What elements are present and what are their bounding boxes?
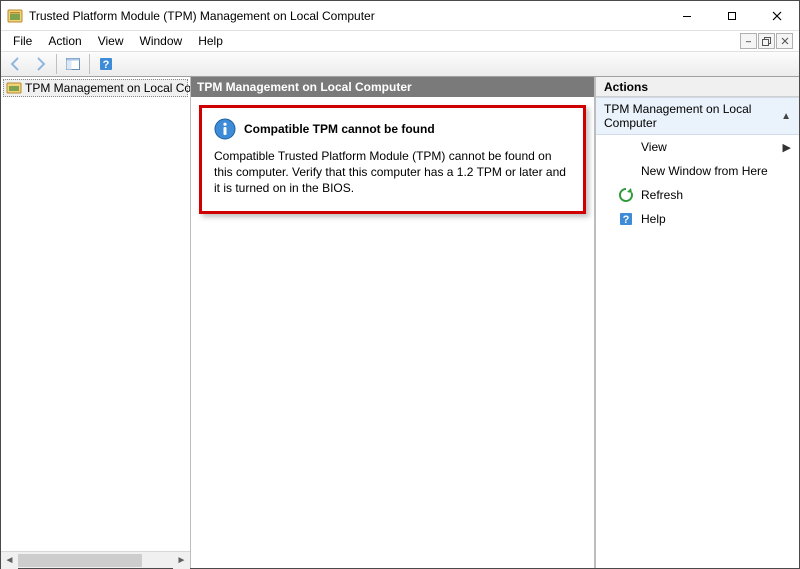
horizontal-scrollbar[interactable]: ◄ ► xyxy=(1,551,190,568)
minimize-button[interactable] xyxy=(664,1,709,30)
action-label: New Window from Here xyxy=(641,164,768,178)
menu-window[interactable]: Window xyxy=(132,32,191,50)
scroll-thumb[interactable] xyxy=(18,554,142,567)
tpm-not-found-alert: Compatible TPM cannot be found Compatibl… xyxy=(199,105,586,214)
content-body: Compatible TPM cannot be found Compatibl… xyxy=(191,97,594,568)
menu-help[interactable]: Help xyxy=(190,32,231,50)
blank-icon xyxy=(618,139,634,155)
menubar: File Action View Window Help – xyxy=(1,31,799,51)
close-button[interactable] xyxy=(754,1,799,30)
actions-header: Actions xyxy=(596,77,799,97)
toolbar-separator xyxy=(89,54,90,74)
tree[interactable]: TPM Management on Local Comp xyxy=(1,77,190,551)
toolbar: ? xyxy=(1,51,799,77)
help-icon: ? xyxy=(618,211,634,227)
actions-group-header[interactable]: TPM Management on Local Computer ▲ xyxy=(596,97,799,135)
blank-icon xyxy=(618,163,634,179)
action-label: Refresh xyxy=(641,188,683,202)
action-label: View xyxy=(641,140,667,154)
titlebar: Trusted Platform Module (TPM) Management… xyxy=(1,1,799,31)
svg-text:?: ? xyxy=(103,59,110,71)
tpm-icon xyxy=(6,80,22,96)
scroll-left-button[interactable]: ◄ xyxy=(1,552,18,569)
actions-pane: Actions TPM Management on Local Computer… xyxy=(595,77,799,568)
action-new-window[interactable]: New Window from Here xyxy=(596,159,799,183)
collapse-icon: ▲ xyxy=(781,111,791,122)
tree-pane: TPM Management on Local Comp ◄ ► xyxy=(1,77,191,568)
help-button[interactable]: ? xyxy=(95,53,117,75)
mdi-controls: – xyxy=(740,33,795,49)
scroll-right-button[interactable]: ► xyxy=(173,552,190,569)
maximize-button[interactable] xyxy=(709,1,754,30)
action-label: Help xyxy=(641,212,666,226)
content-header: TPM Management on Local Computer xyxy=(191,77,594,97)
chevron-right-icon: ▶ xyxy=(783,141,791,154)
action-refresh[interactable]: Refresh xyxy=(596,183,799,207)
menu-file[interactable]: File xyxy=(5,32,40,50)
main-area: TPM Management on Local Comp ◄ ► TPM Man… xyxy=(1,77,799,568)
action-view[interactable]: View ▶ xyxy=(596,135,799,159)
toolbar-separator xyxy=(56,54,57,74)
action-help[interactable]: ? Help xyxy=(596,207,799,231)
menu-action[interactable]: Action xyxy=(40,32,89,50)
alert-header: Compatible TPM cannot be found xyxy=(214,118,571,140)
tree-item-tpm-root[interactable]: TPM Management on Local Comp xyxy=(3,79,188,97)
app-icon xyxy=(7,8,23,24)
window-controls xyxy=(664,1,799,30)
back-button[interactable] xyxy=(5,53,27,75)
scroll-track[interactable] xyxy=(18,552,173,568)
mdi-restore-button[interactable] xyxy=(758,33,775,49)
mdi-minimize-button[interactable]: – xyxy=(740,33,757,49)
refresh-icon xyxy=(618,187,634,203)
forward-button[interactable] xyxy=(29,53,51,75)
show-hide-tree-button[interactable] xyxy=(62,53,84,75)
actions-group-title: TPM Management on Local Computer xyxy=(604,102,781,130)
alert-title: Compatible TPM cannot be found xyxy=(244,122,435,136)
mdi-close-button[interactable] xyxy=(776,33,793,49)
content-pane: TPM Management on Local Computer Compati… xyxy=(191,77,595,568)
menu-view[interactable]: View xyxy=(90,32,132,50)
svg-text:?: ? xyxy=(623,214,630,226)
window: Trusted Platform Module (TPM) Management… xyxy=(0,0,800,569)
tree-item-label: TPM Management on Local Comp xyxy=(25,81,190,95)
alert-body: Compatible Trusted Platform Module (TPM)… xyxy=(214,148,571,197)
window-title: Trusted Platform Module (TPM) Management… xyxy=(29,9,375,23)
info-icon xyxy=(214,118,236,140)
